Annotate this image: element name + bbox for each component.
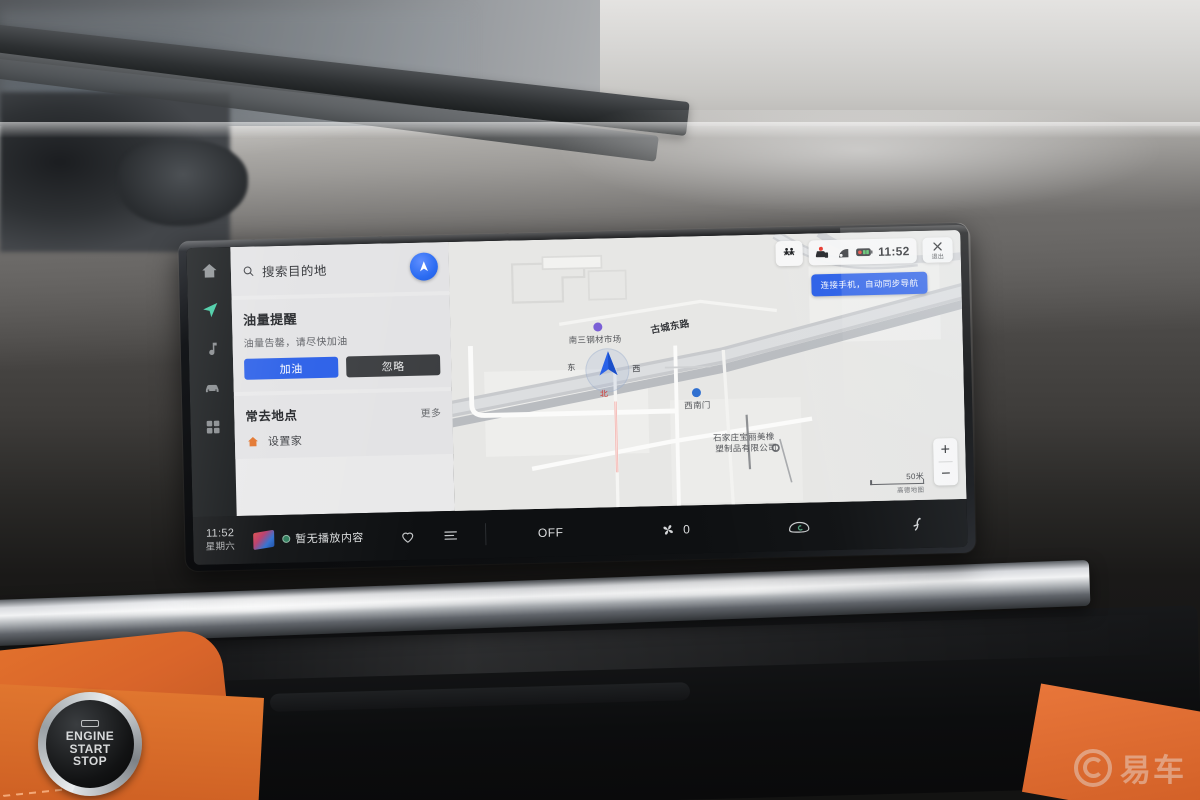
- fuel-alert-card: 油量提醒 油量告罄，请尽快加油 加油 忽略: [231, 294, 452, 393]
- search-icon: [243, 265, 254, 276]
- engine-start-stop-button[interactable]: ENGINE START STOP: [38, 692, 142, 796]
- ac-power-label: OFF: [537, 525, 564, 540]
- side-mirror: [118, 140, 248, 226]
- sidebar-item-navigation[interactable]: [199, 298, 222, 321]
- search-card: 搜索目的地: [230, 241, 450, 297]
- fan-icon: [663, 525, 673, 535]
- compass-west-label: 西: [632, 364, 641, 374]
- map-scale-label: 50米: [906, 471, 925, 481]
- map-label-market: 南三钢材市场: [568, 333, 622, 346]
- media-status-label: 暂无播放内容: [295, 532, 364, 546]
- frequent-places-title: 常去地点: [245, 408, 298, 424]
- fan-speed-value: 0: [682, 522, 691, 537]
- system-status-pill[interactable]: 11:52: [808, 237, 917, 266]
- status-clock: 11:52: [877, 243, 910, 259]
- map-view[interactable]: 东 西 北 古城东路 南三钢材市场 西南门 石家庄宝丽美橡 塑制品有限公司 11…: [448, 229, 967, 511]
- start-button-line1: ENGINE: [65, 728, 115, 743]
- compass-east-label: 东: [567, 363, 576, 373]
- frequent-places-card: 常去地点 更多 设置家: [233, 390, 454, 460]
- ac-power-toggle[interactable]: OFF: [538, 525, 564, 540]
- watermark-text: 易车: [1120, 753, 1186, 788]
- fuel-alert-title: 油量提醒: [242, 311, 298, 328]
- search-input[interactable]: 搜索目的地: [262, 259, 327, 280]
- yiche-logo-icon: [1074, 748, 1112, 787]
- car-defrost-icon: [788, 521, 810, 533]
- home-orange-icon: [247, 436, 258, 447]
- ignore-button[interactable]: 忽略: [345, 354, 441, 378]
- album-art-icon: [253, 529, 275, 550]
- infotainment-screen: 搜索目的地 油量提醒 油量告罄，请尽快加油 加油 忽略 常去地点 更多 设置家 …: [186, 229, 968, 566]
- map-label-gate: 西南门: [684, 399, 711, 411]
- start-button-line3: STOP: [72, 754, 108, 769]
- set-home-row[interactable]: 设置家: [246, 429, 442, 450]
- two-people-icon: [784, 247, 796, 256]
- bottom-bar-divider: [485, 523, 487, 546]
- zoom-in-button[interactable]: +: [933, 438, 958, 462]
- frequent-places-more-link[interactable]: 更多: [420, 404, 441, 419]
- sidebar-item-music[interactable]: [200, 337, 223, 360]
- source-dot-icon: [282, 534, 291, 543]
- connect-phone-banner[interactable]: 连接手机，自动同步导航: [811, 271, 928, 297]
- navigation-panel: 搜索目的地 油量提醒 油量告罄，请尽快加油 加油 忽略 常去地点 更多 设置家: [230, 241, 455, 517]
- car-icon: [205, 384, 219, 392]
- signal-alert-icon: [839, 248, 849, 257]
- dashboard-pad: [560, 110, 1200, 240]
- battery-icon: [856, 247, 873, 256]
- music-note-icon: [208, 342, 217, 355]
- compass-north-label: 北: [599, 389, 609, 399]
- climate-controls: OFF 0: [506, 515, 955, 543]
- fuel-alert-subtitle: 油量告罄，请尽快加油: [243, 336, 348, 350]
- airflow-seat-button[interactable]: [907, 515, 923, 532]
- map-zoom-controls: + −: [933, 438, 959, 486]
- map-scale-bar: 50米: [870, 470, 925, 486]
- set-home-label: 设置家: [267, 435, 303, 449]
- passenger-mode-button[interactable]: [775, 240, 804, 267]
- camera-record-icon: [816, 246, 829, 258]
- bottom-clock-time: 11:52: [205, 527, 235, 540]
- list-icon[interactable]: [442, 526, 459, 543]
- navigation-fab-icon: [419, 261, 428, 272]
- key-fob-icon: [81, 719, 99, 727]
- infotainment-display-bezel: 搜索目的地 油量提醒 油量告罄，请尽快加油 加油 忽略 常去地点 更多 设置家 …: [178, 222, 978, 572]
- rear-defrost-button[interactable]: [787, 519, 811, 535]
- refuel-button[interactable]: 加油: [244, 356, 339, 380]
- app-sidebar: [186, 247, 237, 518]
- media-controls: [399, 526, 459, 544]
- seat-airflow-icon: [913, 517, 921, 531]
- sidebar-item-apps[interactable]: [201, 415, 224, 438]
- zoom-out-button[interactable]: −: [934, 462, 959, 486]
- media-widget[interactable]: 暂无播放内容: [253, 529, 364, 550]
- fan-speed-control[interactable]: 0: [660, 521, 691, 538]
- exit-nav-label: 退出: [931, 253, 945, 261]
- bottom-clock-weekday: 星期六: [205, 541, 236, 553]
- map-attribution: 高德地图: [897, 486, 925, 495]
- vehicle-position-arrow: [599, 351, 618, 376]
- sidebar-item-home[interactable]: [198, 259, 221, 282]
- map-label-company-line2: 塑制品有限公司: [715, 442, 777, 454]
- locate-me-button[interactable]: [409, 252, 439, 281]
- bottom-clock: 11:52 星期六: [197, 527, 244, 554]
- watermark: 易车: [1074, 745, 1186, 790]
- sidebar-item-vehicle[interactable]: [200, 376, 223, 399]
- home-icon: [201, 263, 217, 278]
- navigation-arrow-icon: [202, 302, 217, 317]
- exit-nav-button[interactable]: 退出: [922, 237, 953, 263]
- apps-grid-icon: [206, 420, 220, 434]
- heart-icon[interactable]: [399, 527, 416, 544]
